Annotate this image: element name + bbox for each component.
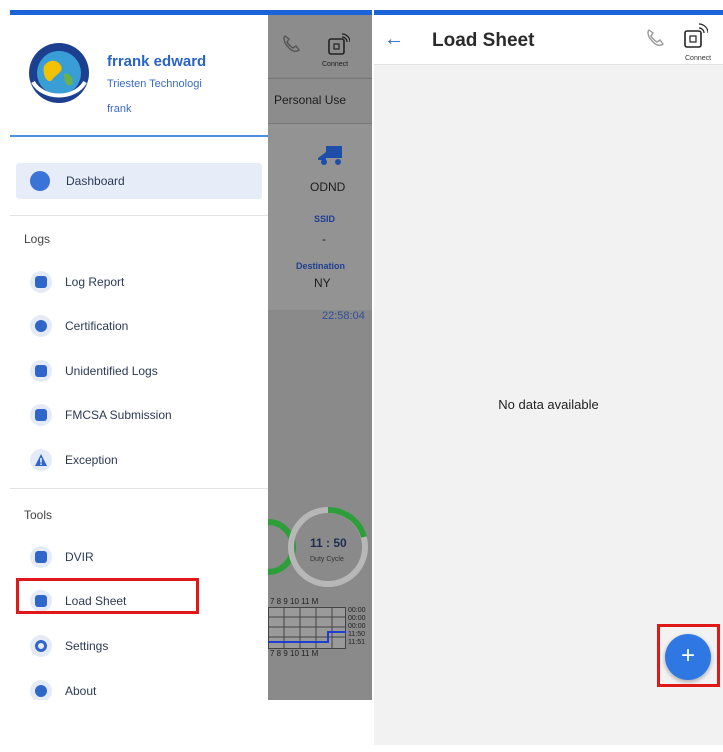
destination-value: NY — [314, 276, 331, 290]
drawer-item-label: Dashboard — [66, 174, 125, 188]
vehicle-status-card: ODND SSID - Destination NY — [268, 124, 372, 310]
duty-cycle-label: Duty Cycle — [310, 556, 344, 563]
section-logs: Logs — [24, 232, 51, 246]
drawer-item-certification[interactable]: Certification — [20, 311, 260, 341]
drawer-item-settings[interactable]: Settings — [20, 631, 260, 661]
personal-use-tab[interactable]: Personal Use — [268, 78, 372, 124]
log-grid-hours-top: 7 8 9 10 11 M — [270, 597, 319, 606]
drawer-item-dvir[interactable]: DVIR — [20, 542, 260, 572]
document-icon — [30, 404, 52, 426]
app-bar: ← Load Sheet Connect — [374, 15, 723, 65]
highlight-box — [16, 578, 199, 614]
highlight-box — [657, 624, 720, 687]
connect-label: Connect — [685, 55, 712, 62]
duty-cycle-time: 11 : 50 — [310, 536, 347, 550]
ssid-label: SSID — [314, 214, 336, 224]
divider — [10, 488, 268, 489]
log-grid-totals: 00:00 00:00 00:00 11:50 11:51 — [348, 607, 366, 647]
personal-use-label: Personal Use — [274, 93, 347, 107]
drawer-item-label: Unidentified Logs — [65, 364, 158, 378]
company-logo — [28, 42, 90, 104]
drawer-item-exception[interactable]: Exception — [20, 445, 260, 475]
certificate-icon — [30, 315, 52, 337]
vehicle-status-value: ODND — [310, 180, 346, 194]
document-icon — [30, 271, 52, 293]
info-icon — [30, 680, 52, 700]
section-tools: Tools — [24, 508, 53, 522]
drawer-item-label: Exception — [65, 453, 118, 467]
destination-label: Destination — [296, 261, 346, 271]
drawer-item-label: Certification — [65, 319, 129, 333]
drawer-item-fmcsa-submission[interactable]: FMCSA Submission — [20, 400, 260, 430]
warning-icon — [30, 449, 52, 471]
drawer-item-label: DVIR — [65, 550, 94, 564]
log-grid-total: 00:00 — [348, 615, 366, 622]
empty-state-message: No data available — [498, 397, 599, 412]
back-arrow-icon[interactable]: ← — [384, 28, 404, 51]
current-time: 22:58:04 — [322, 310, 365, 322]
duty-status-panel: 22:58:04 11 : 50 Duty Cycle 7 8 9 10 11 … — [268, 310, 372, 700]
log-grid-total: 00:00 — [348, 607, 366, 614]
document-icon — [30, 360, 52, 382]
connect-icon[interactable] — [326, 33, 350, 57]
drawer-item-log-report[interactable]: Log Report — [20, 267, 260, 297]
connect-icon[interactable] — [682, 23, 708, 51]
user-handle: frank — [107, 103, 132, 115]
user-name: frrank edward — [107, 53, 207, 70]
load-sheet-screen: ← Load Sheet Connect No data available + — [374, 10, 723, 745]
navigation-drawer: frrank edward Triesten Technologi frank … — [10, 15, 268, 700]
ssid-value: - — [322, 232, 326, 246]
drawer-header: frrank edward Triesten Technologi frank — [10, 15, 268, 137]
connect-label: Connect — [322, 61, 349, 68]
company-name: Triesten Technologi — [107, 78, 202, 90]
background-toolbar: Connect — [268, 15, 372, 77]
drawer-item-label: Log Report — [65, 275, 125, 289]
document-icon — [30, 546, 52, 568]
log-grid-total: 11:51 — [348, 639, 365, 646]
drawer-item-label: FMCSA Submission — [65, 408, 172, 422]
drawer-item-about[interactable]: About — [20, 676, 260, 700]
drawer-item-label: About — [65, 684, 97, 698]
drawer-item-label: Settings — [65, 639, 109, 653]
phone-icon — [283, 35, 300, 53]
divider — [10, 215, 268, 216]
log-grid-total: 00:00 — [348, 623, 366, 630]
log-grid-total: 11:50 — [348, 631, 365, 638]
navigation-drawer-screen: Connect Personal Use ODND SSID - Destina… — [10, 10, 372, 700]
gear-icon — [30, 635, 52, 657]
phone-icon[interactable] — [644, 27, 666, 49]
drawer-item-dashboard[interactable]: Dashboard — [16, 163, 262, 199]
dashboard-icon — [30, 171, 50, 191]
drawer-item-unidentified-logs[interactable]: Unidentified Logs — [20, 356, 260, 386]
truck-icon — [318, 146, 342, 165]
log-grid — [268, 607, 346, 649]
page-title: Load Sheet — [432, 30, 535, 51]
log-grid-hours-bottom: 7 8 9 10 11 M — [270, 649, 319, 658]
